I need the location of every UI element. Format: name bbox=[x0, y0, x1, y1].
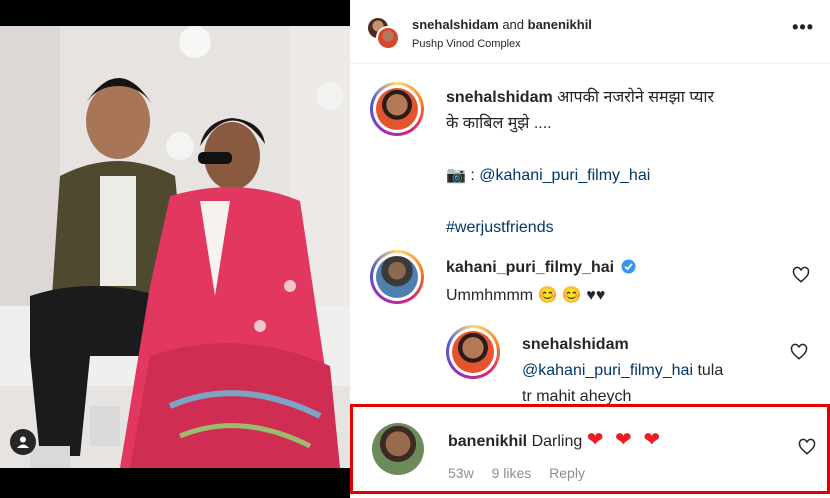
post-caption: snehalshidam आपकी नजरोने समझा प्यार के क… bbox=[446, 85, 806, 241]
comment-text: tula bbox=[693, 362, 724, 379]
avatar bbox=[376, 26, 400, 50]
comment-likes-count[interactable]: 9 likes bbox=[492, 465, 532, 481]
user-icon bbox=[17, 436, 29, 448]
caption-credit-prefix: : bbox=[465, 167, 480, 184]
comment-username[interactable]: kahani_puri_filmy_hai bbox=[446, 259, 614, 276]
post-media-panel bbox=[0, 0, 350, 498]
avatar[interactable] bbox=[370, 250, 424, 304]
comment-text: tr mahit aheych bbox=[522, 388, 632, 405]
verified-badge-icon bbox=[621, 257, 636, 283]
mention-link[interactable]: @kahani_puri_filmy_hai bbox=[522, 362, 693, 379]
comment: banenikhil Darling ❤ ❤ ❤ bbox=[448, 427, 663, 455]
caption-line-1: आपकी नजरोने समझा प्यार bbox=[557, 89, 715, 106]
post-photo[interactable] bbox=[0, 26, 350, 468]
photo-illustration bbox=[0, 26, 350, 468]
comment-emojis: ❤ ❤ ❤ bbox=[586, 429, 664, 451]
comment-username[interactable]: banenikhil bbox=[448, 433, 527, 450]
more-options-button[interactable]: ••• bbox=[792, 18, 814, 36]
camera-icon: 📷 bbox=[446, 167, 466, 184]
caption-username[interactable]: snehalshidam bbox=[446, 89, 553, 106]
author-username[interactable]: banenikhil bbox=[528, 17, 592, 32]
author-username[interactable]: snehalshidam bbox=[412, 17, 499, 32]
comment-timestamp[interactable]: 53w bbox=[448, 465, 474, 481]
like-heart-icon[interactable] bbox=[790, 343, 808, 361]
like-heart-icon[interactable] bbox=[792, 266, 810, 284]
more-horizontal-icon: ••• bbox=[792, 17, 814, 37]
comments-list[interactable]: snehalshidam आपकी नजरोने समझा प्यार के क… bbox=[350, 65, 830, 498]
tagged-users-button[interactable] bbox=[10, 429, 36, 455]
post-details-panel: snehalshidam and banenikhil Pushp Vinod … bbox=[350, 0, 830, 498]
caption-line-2: के काबिल मुझे .... bbox=[446, 115, 552, 132]
author-connector: and bbox=[498, 17, 528, 32]
comment-emojis: 😊 😊 ♥♥ bbox=[537, 287, 606, 304]
comment-text: Ummhmmm bbox=[446, 287, 534, 304]
avatar[interactable] bbox=[370, 82, 424, 136]
mention-link[interactable]: @kahani_puri_filmy_hai bbox=[479, 167, 650, 184]
reply-button[interactable]: Reply bbox=[549, 465, 585, 481]
comment-text: Darling bbox=[531, 433, 583, 450]
avatar[interactable] bbox=[446, 325, 500, 379]
post-header: snehalshidam and banenikhil Pushp Vinod … bbox=[350, 0, 830, 64]
post-location[interactable]: Pushp Vinod Complex bbox=[412, 38, 521, 50]
comment-username[interactable]: snehalshidam bbox=[522, 332, 782, 358]
post-authors: snehalshidam and banenikhil bbox=[412, 17, 592, 32]
hashtag-link[interactable]: #werjustfriends bbox=[446, 219, 554, 236]
like-heart-icon[interactable] bbox=[798, 438, 816, 456]
comment-meta: 53w 9 likes Reply bbox=[448, 465, 585, 481]
comment-reply: snehalshidam @kahani_puri_filmy_hai tula… bbox=[522, 332, 782, 410]
collab-avatars[interactable] bbox=[366, 16, 402, 52]
comment: kahani_puri_filmy_hai Ummhmmm 😊 😊 ♥♥ bbox=[446, 255, 636, 309]
avatar[interactable] bbox=[372, 423, 424, 475]
